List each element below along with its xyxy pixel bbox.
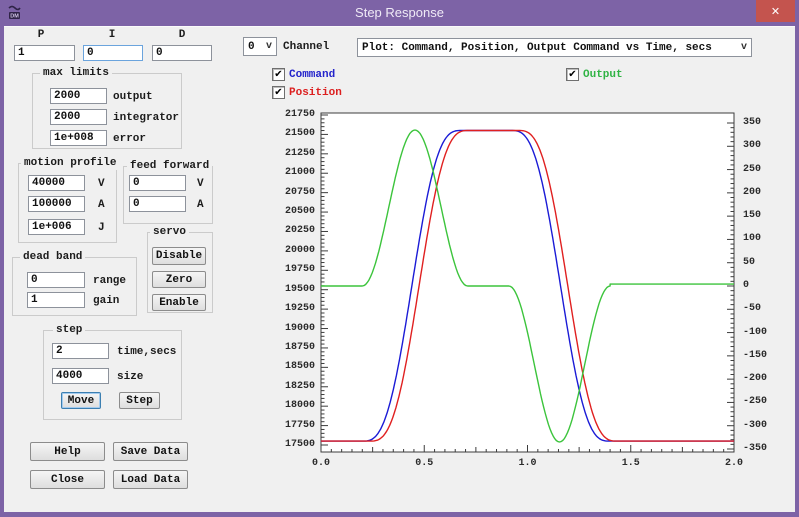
servo-enable-button[interactable]: Enable bbox=[152, 294, 206, 311]
output-checkbox[interactable]: ✔ bbox=[566, 68, 579, 81]
max-error-label: error bbox=[113, 133, 146, 146]
i-input[interactable] bbox=[83, 45, 143, 61]
servo-zero-button[interactable]: Zero bbox=[152, 271, 206, 288]
help-button[interactable]: Help bbox=[30, 442, 105, 461]
acceleration-unit-label: A bbox=[98, 199, 105, 212]
p-label: P bbox=[21, 29, 61, 42]
feed-forward-title: feed forward bbox=[127, 160, 212, 173]
i-label: I bbox=[92, 29, 132, 42]
command-checkbox[interactable]: ✔ bbox=[272, 68, 285, 81]
close-button[interactable]: Close bbox=[30, 470, 105, 489]
step-size-label: size bbox=[117, 371, 143, 384]
max-output-input[interactable] bbox=[50, 88, 107, 104]
p-input[interactable] bbox=[14, 45, 75, 61]
step-size-input[interactable] bbox=[52, 368, 109, 384]
ff-acceleration-input[interactable] bbox=[129, 196, 186, 212]
servo-disable-button[interactable]: Disable bbox=[152, 247, 206, 265]
ff-acceleration-unit-label: A bbox=[197, 199, 204, 212]
dead-band-range-input[interactable] bbox=[27, 272, 85, 288]
window-title: Step Response bbox=[0, 5, 799, 20]
step-button[interactable]: Step bbox=[119, 392, 160, 409]
title-bar[interactable]: DM Step Response ✕ bbox=[0, 0, 799, 26]
save-data-button[interactable]: Save Data bbox=[113, 442, 188, 461]
max-output-label: output bbox=[113, 91, 153, 104]
ff-velocity-unit-label: V bbox=[197, 178, 204, 191]
chevron-down-icon: v bbox=[741, 42, 747, 53]
ff-velocity-input[interactable] bbox=[129, 175, 186, 191]
close-window-button[interactable]: ✕ bbox=[756, 0, 795, 22]
close-icon: ✕ bbox=[771, 5, 780, 18]
d-label: D bbox=[162, 29, 202, 42]
dead-band-gain-label: gain bbox=[93, 295, 119, 308]
channel-label: Channel bbox=[283, 41, 329, 54]
jerk-unit-label: J bbox=[98, 222, 105, 235]
move-button[interactable]: Move bbox=[61, 392, 101, 409]
max-error-input[interactable] bbox=[50, 130, 107, 146]
step-time-label: time,secs bbox=[117, 346, 176, 359]
position-checkbox[interactable]: ✔ bbox=[272, 86, 285, 99]
plot-type-value: Plot: Command, Position, Output Command … bbox=[362, 42, 712, 54]
step-time-input[interactable] bbox=[52, 343, 109, 359]
output-checkbox-label: Output bbox=[583, 69, 623, 82]
max-integrator-label: integrator bbox=[113, 112, 179, 125]
channel-select[interactable]: 0 v bbox=[243, 37, 277, 56]
velocity-input[interactable] bbox=[28, 175, 85, 191]
dead-band-title: dead band bbox=[20, 251, 85, 264]
dead-band-range-label: range bbox=[93, 275, 126, 288]
step-response-window: DM Step Response ✕ P I D 0 v Channel Plo… bbox=[0, 0, 799, 517]
chevron-down-icon: v bbox=[266, 41, 272, 52]
check-icon: ✔ bbox=[568, 69, 576, 80]
velocity-unit-label: V bbox=[98, 178, 105, 191]
step-title: step bbox=[53, 324, 85, 337]
motion-profile-title: motion profile bbox=[21, 157, 119, 170]
check-icon: ✔ bbox=[274, 69, 282, 80]
dead-band-gain-input[interactable] bbox=[27, 292, 85, 308]
position-checkbox-label: Position bbox=[289, 87, 342, 100]
max-limits-title: max limits bbox=[40, 67, 112, 80]
d-input[interactable] bbox=[152, 45, 212, 61]
max-integrator-input[interactable] bbox=[50, 109, 107, 125]
jerk-input[interactable] bbox=[28, 219, 85, 235]
acceleration-input[interactable] bbox=[28, 196, 85, 212]
check-icon: ✔ bbox=[274, 87, 282, 98]
channel-value: 0 bbox=[248, 41, 255, 53]
servo-title: servo bbox=[150, 226, 189, 239]
command-checkbox-label: Command bbox=[289, 69, 335, 82]
plot-type-select[interactable]: Plot: Command, Position, Output Command … bbox=[357, 38, 752, 57]
load-data-button[interactable]: Load Data bbox=[113, 470, 188, 489]
